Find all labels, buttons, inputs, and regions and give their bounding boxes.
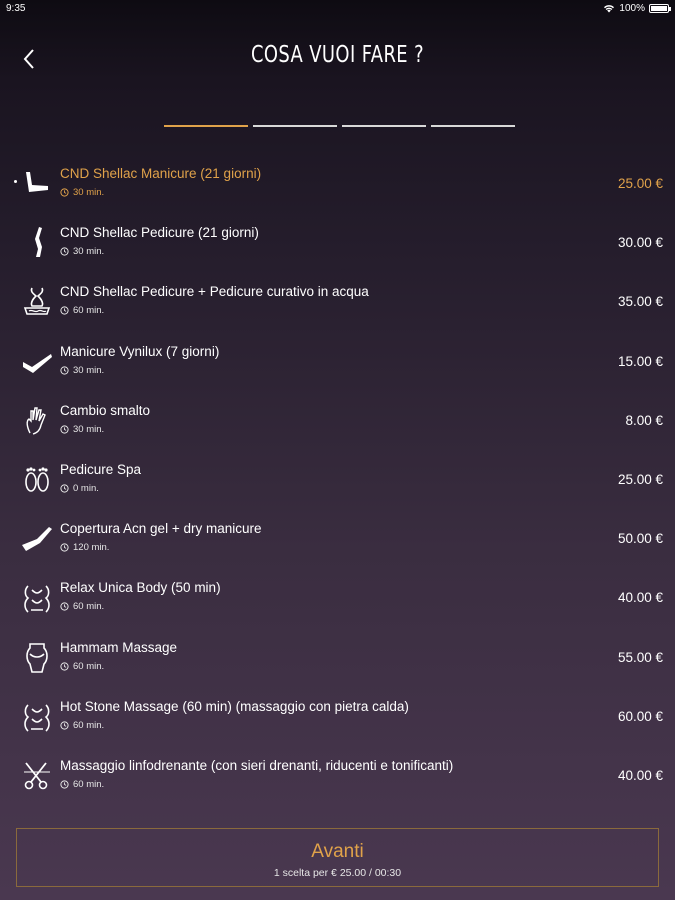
service-duration: 30 min. xyxy=(60,365,104,376)
step-3 xyxy=(342,125,426,127)
service-name: Copertura Acn gel + dry manicure xyxy=(60,521,262,537)
service-duration: 60 min. xyxy=(60,305,104,316)
service-duration: 30 min. xyxy=(60,246,104,257)
scissors-icon xyxy=(24,762,50,790)
service-price: 50.00 € xyxy=(617,531,663,547)
service-price: 35.00 € xyxy=(617,294,663,310)
massage-icon xyxy=(24,704,50,732)
step-1 xyxy=(164,125,248,127)
clock-icon xyxy=(60,188,69,197)
service-duration: 30 min. xyxy=(60,187,104,198)
clock-icon xyxy=(60,247,69,256)
service-name: Hot Stone Massage (60 min) (massaggio co… xyxy=(60,698,409,714)
duration-text: 30 min. xyxy=(73,187,105,198)
service-item[interactable]: CND Shellac Pedicure + Pedicure curativo… xyxy=(0,270,675,329)
service-duration: 60 min. xyxy=(60,601,104,612)
clock-icon xyxy=(60,602,69,611)
service-name: Massaggio linfodrenante (con sieri drena… xyxy=(60,757,454,773)
foot-bath-icon xyxy=(23,288,51,316)
service-price: 25.00 € xyxy=(617,176,663,191)
wifi-icon xyxy=(604,5,615,13)
step-4 xyxy=(431,125,515,127)
page-title: COSA VUOI FARE ? xyxy=(250,42,425,68)
service-price: 60.00 € xyxy=(617,708,663,724)
feet-icon xyxy=(25,467,49,492)
body-icon xyxy=(26,642,48,673)
clock-icon xyxy=(60,721,69,730)
duration-text: 30 min. xyxy=(73,246,105,258)
clock-icon xyxy=(60,780,69,789)
service-name: Pedicure Spa xyxy=(60,461,142,477)
duration-text: 0 min. xyxy=(73,482,99,494)
service-item[interactable]: CND Shellac Manicure (21 giorni) 30 min. 2… xyxy=(0,152,675,211)
service-item[interactable]: Pedicure Spa 0 min. 25.00 € xyxy=(0,448,675,507)
service-name: CND Shellac Pedicure (21 giorni) xyxy=(60,225,259,241)
hand-manicure-icon xyxy=(26,172,48,192)
arm-icon xyxy=(22,527,52,552)
hand-icon xyxy=(26,407,46,435)
duration-text: 60 min. xyxy=(73,601,105,613)
duration-text: 60 min. xyxy=(73,305,105,317)
service-item[interactable]: Massaggio linfodrenante (con sieri drena… xyxy=(0,744,675,803)
service-name: CND Shellac Manicure (21 giorni) xyxy=(60,166,262,181)
service-item[interactable]: Relax Unica Body (50 min) 60 min. 40.00 € xyxy=(0,566,675,625)
step-indicator xyxy=(164,125,515,127)
service-item[interactable]: Cambio smalto 30 min. 8.00 € xyxy=(0,389,675,448)
clock-icon xyxy=(60,425,69,434)
duration-text: 120 min. xyxy=(73,542,110,554)
service-duration: 30 min. xyxy=(60,424,104,435)
duration-text: 30 min. xyxy=(73,423,105,435)
duration-text: 30 min. xyxy=(73,364,105,376)
service-item[interactable]: CND Shellac Pedicure (21 giorni) 30 min. 3… xyxy=(0,211,675,270)
status-time: 9:35 xyxy=(6,3,26,14)
leg-icon xyxy=(35,227,42,258)
status-right: 100% xyxy=(603,3,671,14)
chevron-left-icon xyxy=(23,49,34,69)
service-duration: 60 min. xyxy=(60,779,104,790)
clock-icon xyxy=(60,661,69,671)
service-duration: 120 min. xyxy=(60,542,109,553)
clock-icon xyxy=(60,306,69,315)
service-price: 8.00 € xyxy=(625,412,663,428)
service-duration: 60 min. xyxy=(60,720,104,731)
service-name: Cambio smalto xyxy=(60,402,151,418)
clock-icon xyxy=(60,365,69,375)
service-item[interactable]: Manicure Vynilux (7 giorni) 30 min. 15.00 … xyxy=(0,330,675,389)
service-price: 25.00 € xyxy=(617,471,663,487)
service-price: 55.00 € xyxy=(617,649,663,665)
service-item[interactable]: Hot Stone Massage (60 min) (massaggio co… xyxy=(0,685,675,744)
service-name: Manicure Vynilux (7 giorni) xyxy=(60,343,220,359)
service-price: 15.00 € xyxy=(617,353,663,369)
battery-icon xyxy=(649,4,671,13)
selected-indicator xyxy=(14,180,17,183)
back-button[interactable] xyxy=(18,44,44,74)
next-button[interactable]: Avanti 1 scelta per € 25.00 / 00:30 xyxy=(16,828,659,887)
clock-icon xyxy=(60,484,69,493)
next-button-label: Avanti xyxy=(311,841,364,862)
massage-icon xyxy=(24,585,50,613)
service-price: 30.00 € xyxy=(617,235,663,251)
hand-polish-icon xyxy=(23,353,52,373)
duration-text: 60 min. xyxy=(73,660,105,672)
duration-text: 60 min. xyxy=(73,719,105,731)
service-name: Relax Unica Body (50 min) xyxy=(60,580,221,596)
service-name: Hammam Massage xyxy=(60,639,178,655)
selection-summary: 1 scelta per € 25.00 / 00:30 xyxy=(273,867,402,879)
step-2 xyxy=(253,125,337,127)
header: COSA VUOI FARE ? xyxy=(0,30,675,86)
clock-icon xyxy=(60,543,69,552)
service-item[interactable]: Copertura Acn gel + dry manicure 120 min.… xyxy=(0,507,675,566)
battery-percent: 100% xyxy=(619,3,645,14)
service-price: 40.00 € xyxy=(617,767,663,783)
duration-text: 60 min. xyxy=(73,778,105,790)
service-price: 40.00 € xyxy=(617,590,663,606)
service-item[interactable]: Hammam Massage 60 min. 55.00 € xyxy=(0,626,675,685)
service-duration: 60 min. xyxy=(60,661,104,672)
service-list: CND Shellac Manicure (21 giorni) 30 min. 2… xyxy=(0,152,675,803)
service-duration: 0 min. xyxy=(60,483,99,494)
status-bar: 9:35 100% xyxy=(0,0,675,18)
service-name: CND Shellac Pedicure + Pedicure curativo… xyxy=(60,284,369,300)
